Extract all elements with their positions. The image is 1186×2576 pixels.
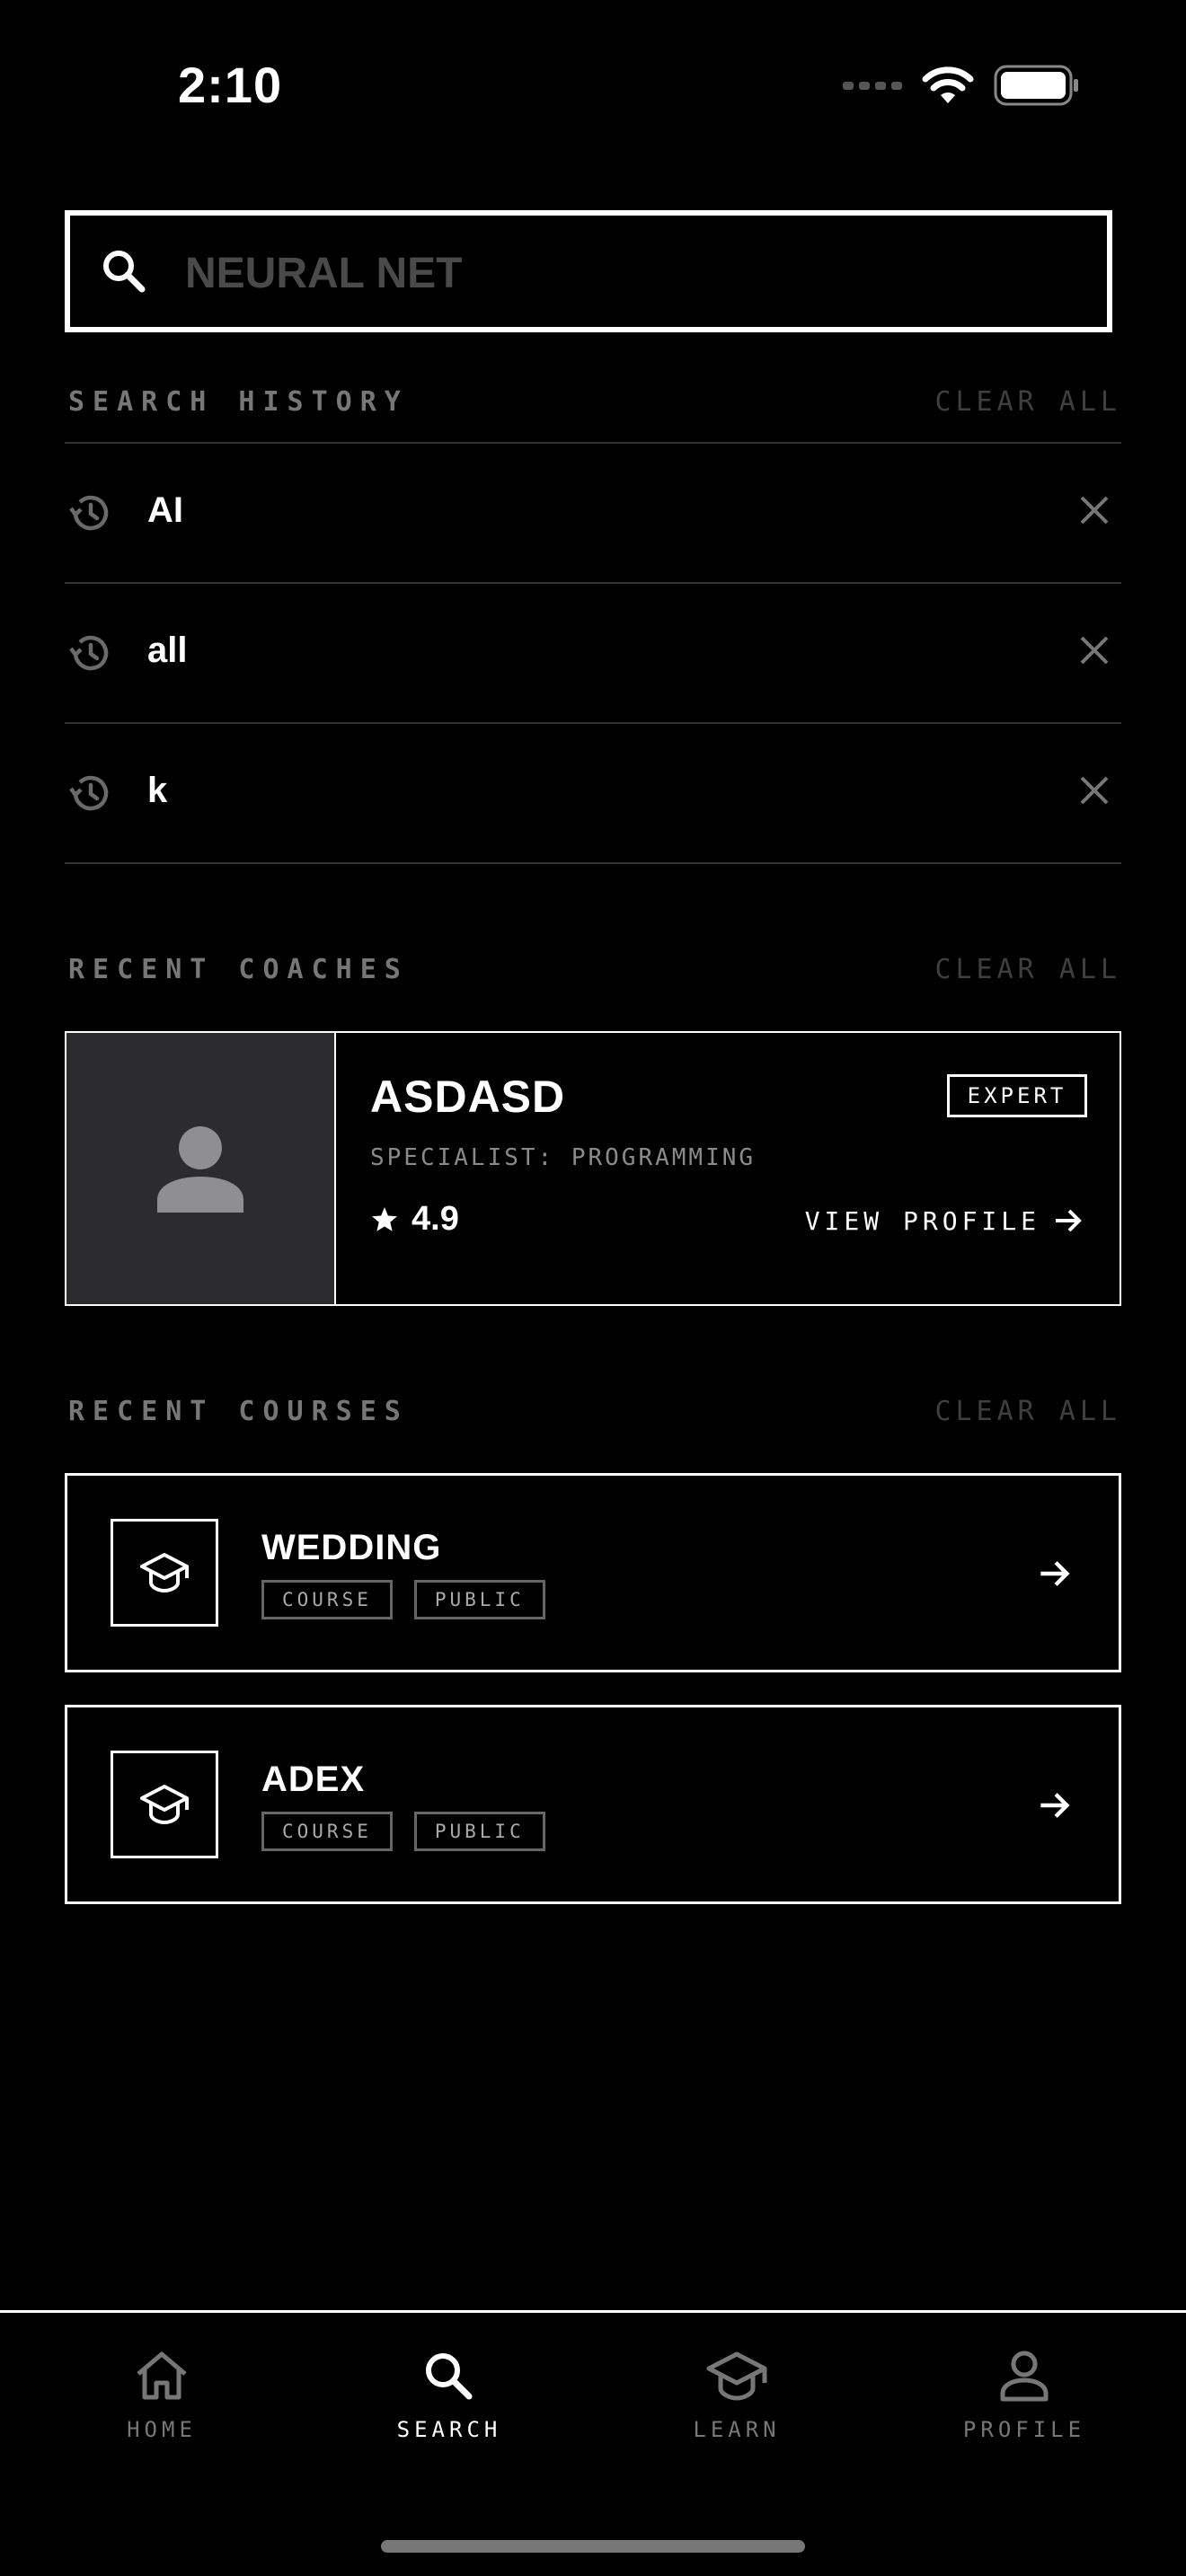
search-history-clear-all-button[interactable]: CLEAR ALL xyxy=(934,386,1121,418)
coach-rating: 4.9 xyxy=(370,1200,459,1239)
graduation-cap-icon xyxy=(140,1785,189,1825)
coach-avatar xyxy=(66,1033,336,1304)
nav-label: PROFILE xyxy=(962,2417,1086,2442)
cellular-signal-icon xyxy=(843,82,902,90)
graduation-cap-icon xyxy=(706,2351,767,2401)
course-card[interactable]: ADEX COURSE PUBLIC xyxy=(65,1705,1121,1904)
nav-label: SEARCH xyxy=(396,2417,502,2442)
nav-item-learn[interactable]: LEARN xyxy=(647,2349,827,2442)
nav-item-home[interactable]: HOME xyxy=(72,2349,252,2442)
search-box[interactable] xyxy=(65,210,1112,332)
history-item-text: all xyxy=(147,631,188,670)
search-icon xyxy=(103,251,146,293)
graduation-cap-icon xyxy=(140,1553,189,1593)
coach-badge: EXPERT xyxy=(947,1074,1087,1117)
search-history-item[interactable]: AI xyxy=(65,442,1121,582)
search-history-title: SEARCH HISTORY xyxy=(68,386,409,418)
course-title: WEDDING xyxy=(261,1528,442,1567)
course-tags: COURSE PUBLIC xyxy=(261,1812,545,1851)
course-tag: PUBLIC xyxy=(413,1580,545,1619)
home-icon xyxy=(137,2351,187,2400)
course-icon-box xyxy=(111,1519,218,1627)
history-item-text: AI xyxy=(147,490,183,530)
coach-card[interactable]: ASDASD EXPERT SPECIALIST: PROGRAMMING 4.… xyxy=(65,1031,1121,1306)
course-tags: COURSE PUBLIC xyxy=(261,1580,545,1619)
nav-label: LEARN xyxy=(693,2417,781,2442)
course-card[interactable]: WEDDING COURSE PUBLIC xyxy=(65,1473,1121,1672)
recent-courses-clear-all-button[interactable]: CLEAR ALL xyxy=(934,1396,1121,1427)
wifi-icon xyxy=(922,66,974,103)
search-icon xyxy=(426,2353,473,2400)
recent-coaches-title: RECENT COACHES xyxy=(68,954,409,985)
nav-item-profile[interactable]: PROFILE xyxy=(934,2349,1114,2442)
status-icons xyxy=(843,65,1080,106)
close-icon[interactable] xyxy=(1076,492,1112,528)
view-profile-label: VIEW PROFILE xyxy=(804,1205,1040,1236)
divider xyxy=(65,862,1121,864)
search-history-item[interactable]: k xyxy=(65,722,1121,862)
close-icon[interactable] xyxy=(1076,772,1112,808)
course-icon-box xyxy=(111,1751,218,1858)
nav-item-search[interactable]: SEARCH xyxy=(359,2349,539,2442)
person-icon xyxy=(1000,2351,1049,2402)
arrow-right-icon xyxy=(1040,1561,1070,1586)
nav-label: HOME xyxy=(127,2417,197,2442)
history-icon xyxy=(69,635,109,671)
view-profile-button[interactable]: VIEW PROFILE xyxy=(805,1205,1084,1236)
coach-specialty: SPECIALIST: PROGRAMMING xyxy=(370,1144,757,1171)
arrow-right-icon xyxy=(1056,1209,1082,1232)
arrow-right-icon xyxy=(1040,1793,1070,1818)
course-tag: COURSE xyxy=(261,1812,393,1851)
coach-name: ASDASD xyxy=(370,1072,566,1122)
search-input[interactable] xyxy=(185,239,994,307)
coach-rating-value: 4.9 xyxy=(412,1200,459,1238)
status-time: 2:10 xyxy=(178,57,283,113)
close-icon[interactable] xyxy=(1076,632,1112,668)
recent-courses-title: RECENT COURSES xyxy=(68,1396,409,1427)
history-item-text: k xyxy=(147,771,168,810)
course-tag: PUBLIC xyxy=(413,1812,545,1851)
search-history-item[interactable]: all xyxy=(65,582,1121,722)
star-icon xyxy=(372,1206,397,1231)
home-indicator xyxy=(381,2540,805,2553)
course-title: ADEX xyxy=(261,1760,366,1799)
bottom-nav: HOME SEARCH LEARN PROFILE xyxy=(0,2310,1186,2576)
history-icon xyxy=(69,775,109,811)
person-icon xyxy=(157,1126,243,1213)
recent-coaches-clear-all-button[interactable]: CLEAR ALL xyxy=(934,954,1121,985)
history-icon xyxy=(69,495,109,531)
course-tag: COURSE xyxy=(261,1580,393,1619)
battery-icon xyxy=(994,65,1078,106)
